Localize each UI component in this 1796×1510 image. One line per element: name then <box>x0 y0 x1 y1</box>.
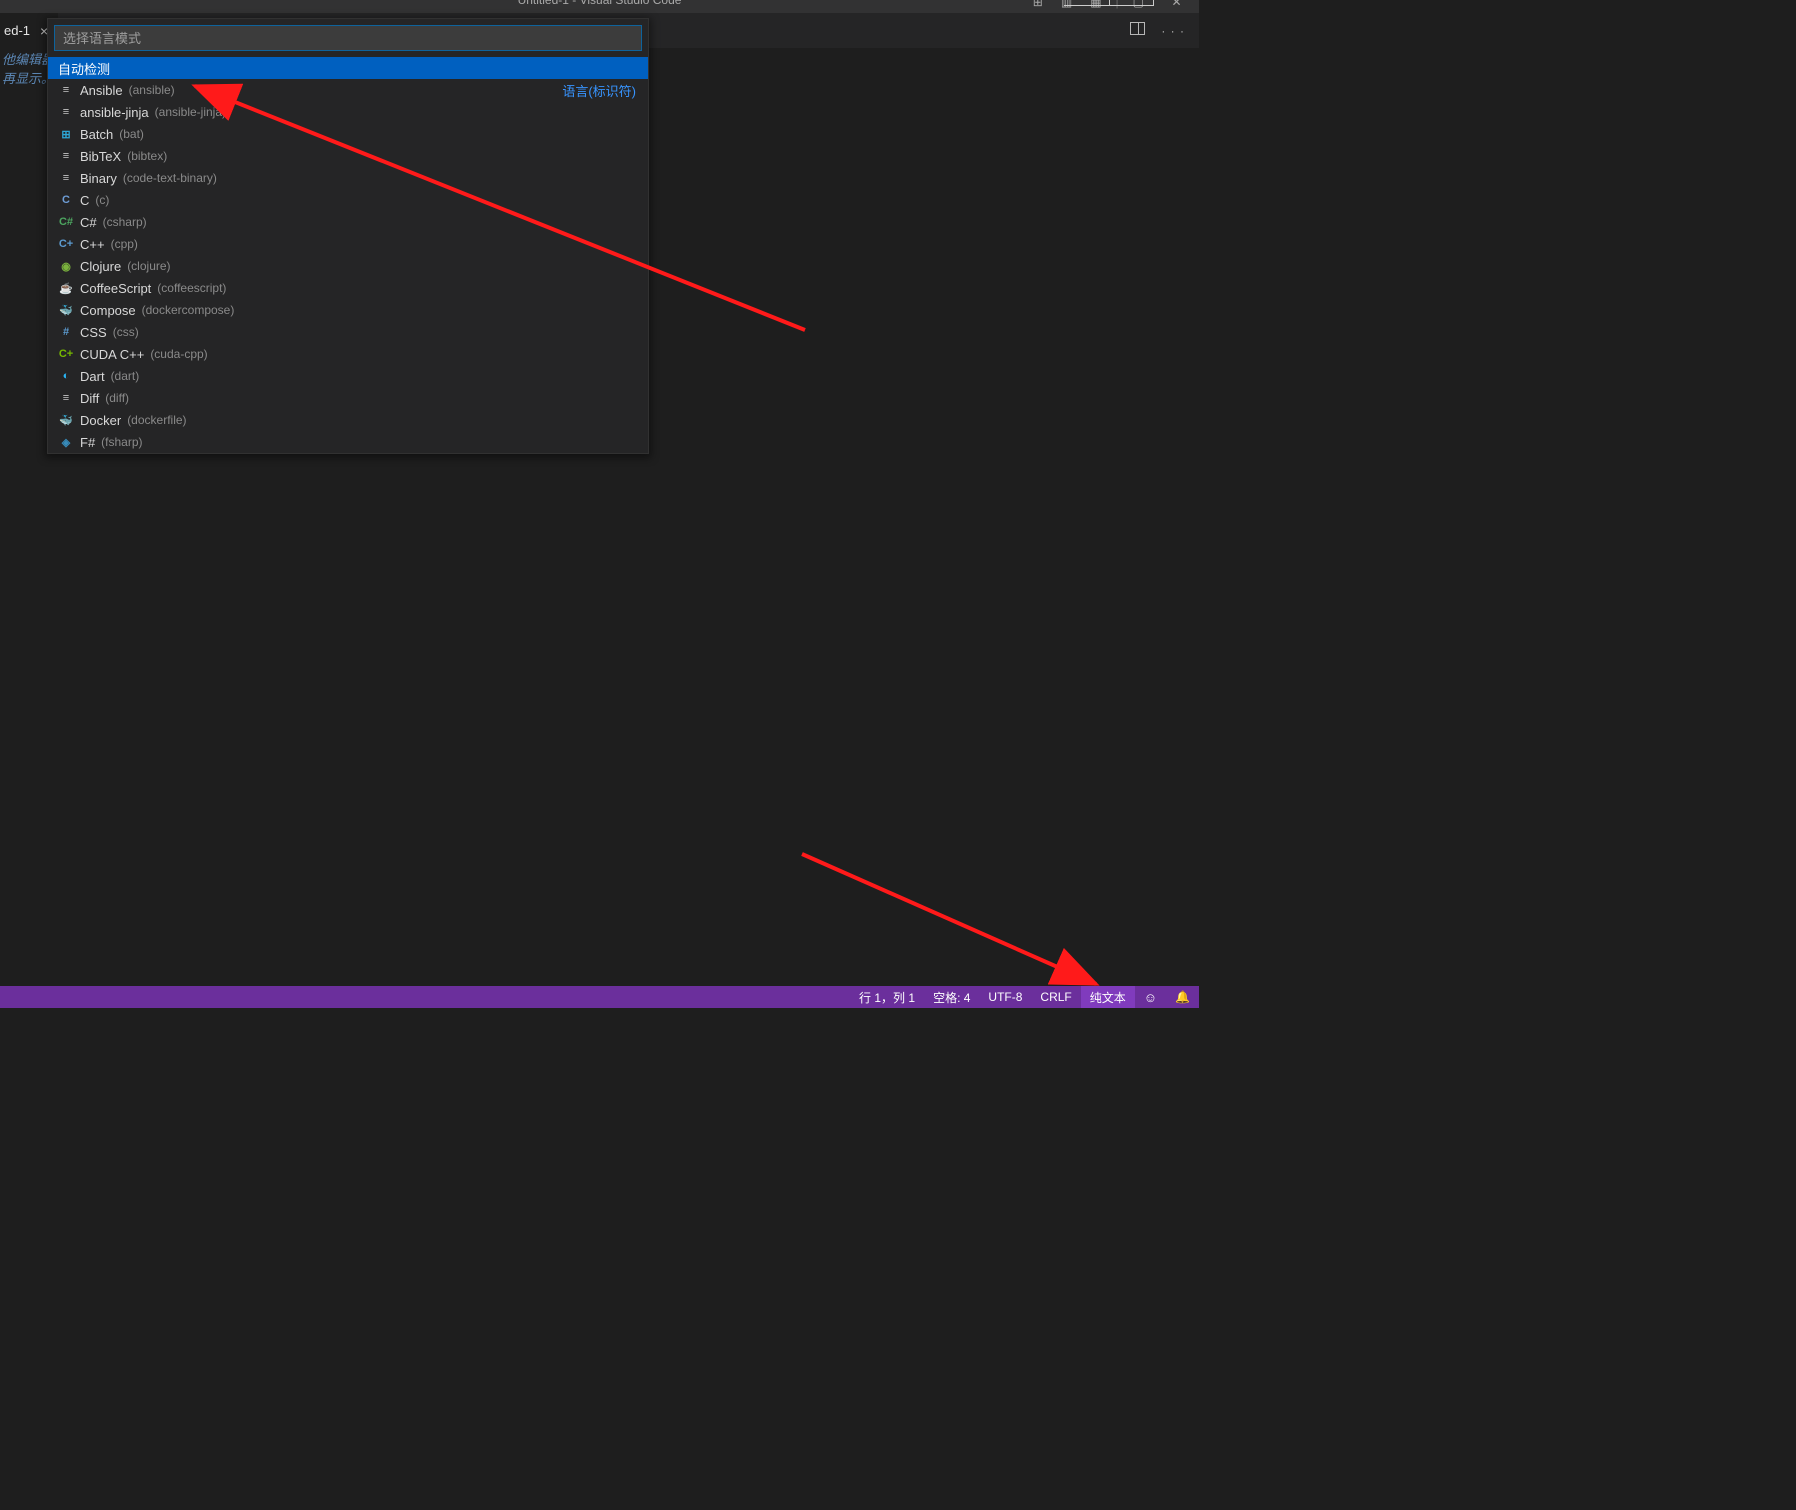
status-notifications-icon[interactable]: 🔔 <box>1166 986 1199 1008</box>
quickpick-item[interactable]: C# C# (csharp) <box>48 211 648 233</box>
quickpick-item[interactable]: 🐳 Docker (dockerfile) <box>48 409 648 431</box>
quickpick-item[interactable]: C+ CUDA C++ (cuda-cpp) <box>48 343 648 365</box>
language-mode-input[interactable] <box>54 25 642 51</box>
quickpick-item-label: Binary <box>80 171 117 186</box>
layout-icon[interactable]: ⊞ <box>1033 0 1043 9</box>
status-eol[interactable]: CRLF <box>1031 986 1080 1008</box>
quickpick-item-id: (fsharp) <box>101 435 142 449</box>
quickpick-item-label: CoffeeScript <box>80 281 151 296</box>
quickpick-item-label: 自动检测 <box>58 59 110 78</box>
window-title: Untitled-1 - Visual Studio Code <box>518 0 682 7</box>
quickpick-item[interactable]: ◉ Clojure (clojure) <box>48 255 648 277</box>
quickpick-item[interactable]: # CSS (css) <box>48 321 648 343</box>
status-bar: 行 1，列 1 空格: 4 UTF-8 CRLF 纯文本 ☺ 🔔 <box>0 986 1199 1008</box>
quickpick-item[interactable]: ◈ F# (fsharp) <box>48 431 648 453</box>
quickpick-item-id: (dockercompose) <box>142 303 235 317</box>
titlebar: Untitled-1 - Visual Studio Code ⊞ ▥ ▦ | … <box>0 0 1199 13</box>
quickpick-item[interactable]: ≡ Ansible (ansible) 语言(标识符) <box>48 79 648 101</box>
quickpick-item-id: (coffeescript) <box>157 281 226 295</box>
quickpick-item-id: (csharp) <box>103 215 147 229</box>
language-icon: ◉ <box>58 258 74 274</box>
quickpick-item-id: (c) <box>95 193 109 207</box>
language-icon: ☕ <box>58 280 74 296</box>
language-icon: ⊞ <box>58 126 74 142</box>
language-icon: ≡ <box>58 390 74 406</box>
status-indent[interactable]: 空格: 4 <box>924 986 979 1008</box>
quickpick-list: 自动检测 ≡ Ansible (ansible) 语言(标识符) ≡ ansible-ji… <box>48 57 648 453</box>
quickpick-item-id: (ansible) <box>129 83 175 97</box>
language-icon: 🐳 <box>58 302 74 318</box>
status-encoding[interactable]: UTF-8 <box>979 986 1031 1008</box>
quickpick-item-label: C <box>80 193 89 208</box>
quickpick-item-label: Diff <box>80 391 99 406</box>
quickpick-item[interactable]: ≡ Binary (code-text-binary) <box>48 167 648 189</box>
quickpick-item-id: (diff) <box>105 391 129 405</box>
quickpick-item-label: C# <box>80 215 97 230</box>
quickpick-item-label: CUDA C++ <box>80 347 144 362</box>
quickpick-item[interactable]: ≡ BibTeX (bibtex) <box>48 145 648 167</box>
language-icon: 🐳 <box>58 412 74 428</box>
status-cursor-position[interactable]: 行 1，列 1 <box>850 986 924 1008</box>
quickpick-item[interactable]: ≡ Diff (diff) <box>48 387 648 409</box>
quickpick-item-label: Clojure <box>80 259 121 274</box>
quickpick-item-id: (dart) <box>111 369 140 383</box>
quickpick-column-hint: 语言(标识符) <box>562 81 636 100</box>
quickpick-item-id: (dockerfile) <box>127 413 186 427</box>
quickpick-item-label: CSS <box>80 325 107 340</box>
quickpick-item-id: (ansible-jinja) <box>155 105 226 119</box>
quickpick-item[interactable]: ⊞ Batch (bat) <box>48 123 648 145</box>
quickpick-panel: 自动检测 ≡ Ansible (ansible) 语言(标识符) ≡ ansible-ji… <box>47 18 649 454</box>
language-icon: ≡ <box>58 170 74 186</box>
quickpick-item-label: ansible-jinja <box>80 105 149 120</box>
quickpick-item[interactable]: CC (c) <box>48 189 648 211</box>
window-controls: ✕ <box>1064 0 1199 9</box>
minimize-button[interactable] <box>1064 0 1109 9</box>
language-icon: ≡ <box>58 104 74 120</box>
quickpick-item-id: (css) <box>113 325 139 339</box>
quickpick-item[interactable]: ≡ ansible-jinja (ansible-jinja) <box>48 101 648 123</box>
quickpick-item-label: Ansible <box>80 83 123 98</box>
language-icon: ◈ <box>58 434 74 450</box>
quickpick-item[interactable]: ◐ Dart (dart) <box>48 365 648 387</box>
language-icon: C+ <box>58 346 74 362</box>
quickpick-item-id: (bat) <box>119 127 144 141</box>
language-icon: ≡ <box>58 148 74 164</box>
quickpick-item-label: Batch <box>80 127 113 142</box>
quickpick-item-autodetect[interactable]: 自动检测 <box>48 57 648 79</box>
maximize-button[interactable] <box>1109 0 1154 9</box>
quickpick-item-id: (cpp) <box>111 237 138 251</box>
language-icon: C <box>58 192 74 208</box>
quickpick-item-label: Docker <box>80 413 121 428</box>
quickpick-item[interactable]: 🐳 Compose (dockercompose) <box>48 299 648 321</box>
language-icon: ≡ <box>58 82 74 98</box>
quickpick-item-id: (code-text-binary) <box>123 171 217 185</box>
quickpick-item[interactable]: C+ C++ (cpp) <box>48 233 648 255</box>
quickpick-item-id: (cuda-cpp) <box>150 347 207 361</box>
close-button[interactable]: ✕ <box>1154 0 1199 9</box>
quickpick-item-label: C++ <box>80 237 105 252</box>
split-editor-icon[interactable] <box>1130 22 1145 40</box>
tab-label: ed-1 <box>4 23 30 38</box>
language-icon: # <box>58 324 74 340</box>
language-icon: C# <box>58 214 74 230</box>
quickpick-item-id: (bibtex) <box>127 149 167 163</box>
status-language-mode[interactable]: 纯文本 <box>1081 986 1135 1008</box>
language-icon: ◐ <box>58 368 74 384</box>
quickpick-item-label: BibTeX <box>80 149 121 164</box>
status-feedback-icon[interactable]: ☺ <box>1135 986 1166 1008</box>
quickpick-item[interactable]: ☕ CoffeeScript (coffeescript) <box>48 277 648 299</box>
quickpick-item-id: (clojure) <box>127 259 170 273</box>
editor-hint: 他编辑器 再显示。 <box>0 50 54 88</box>
quickpick-item-label: Compose <box>80 303 136 318</box>
language-icon: C+ <box>58 236 74 252</box>
more-actions-icon[interactable]: · · · <box>1161 24 1185 38</box>
quickpick-item-label: Dart <box>80 369 105 384</box>
quickpick-item-label: F# <box>80 435 95 450</box>
